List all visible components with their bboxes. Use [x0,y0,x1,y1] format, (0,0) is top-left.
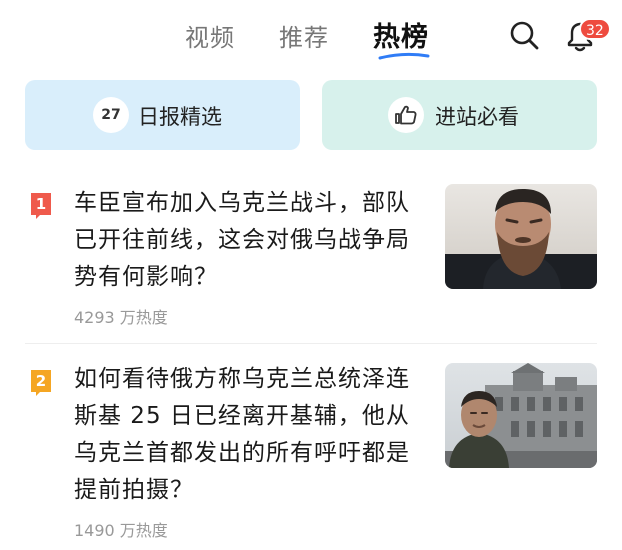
rank-badge: 1 [31,193,51,219]
must-see-card[interactable]: 进站必看 [322,80,597,150]
notification-count-badge: 32 [579,18,611,40]
news-title[interactable]: 如何看待俄方称乌克兰总统泽连斯基 25 日已经离开基辅，他从乌克兰首都发出的所有… [74,361,419,509]
rank-number: 2 [35,372,47,390]
heat-count: 4293 万热度 [74,308,168,327]
portrait-thumbnail-image [445,184,597,289]
top-tab-bar: 视频 推荐 热榜 32 [0,0,622,70]
tab-video[interactable]: 视频 [185,18,235,53]
active-tab-indicator [378,52,430,60]
rank-badge: 2 [31,370,51,396]
list-divider [25,343,597,344]
building-portrait-thumbnail-image [445,363,597,468]
news-item-1[interactable]: 1 车臣宣布加入乌克兰战斗，部队已开往前线，这会对俄乌战争局势有何影响？ 429… [0,178,622,338]
tab-hot-list[interactable]: 热榜 [373,15,429,54]
heat-count: 1490 万热度 [74,521,168,540]
thumbs-up-icon-holder [388,97,424,133]
tab-recommend[interactable]: 推荐 [279,18,329,53]
calendar-date-icon: 27 [93,97,129,133]
search-button[interactable] [507,18,541,52]
search-icon [510,21,539,50]
daily-picks-card[interactable]: 27 日报精选 [25,80,300,150]
news-thumbnail[interactable] [445,184,597,289]
thumbs-up-icon [395,105,417,125]
rank-number: 1 [35,195,47,213]
news-item-2[interactable]: 2 如何看待俄方称乌克兰总统泽连斯基 25 日已经离开基辅，他从乌克兰首都发出的… [0,348,622,548]
news-thumbnail[interactable] [445,363,597,468]
daily-picks-label: 日报精选 [138,105,222,129]
must-see-label: 进站必看 [435,105,519,129]
news-title[interactable]: 车臣宣布加入乌克兰战斗，部队已开往前线，这会对俄乌战争局势有何影响？ [74,185,419,296]
